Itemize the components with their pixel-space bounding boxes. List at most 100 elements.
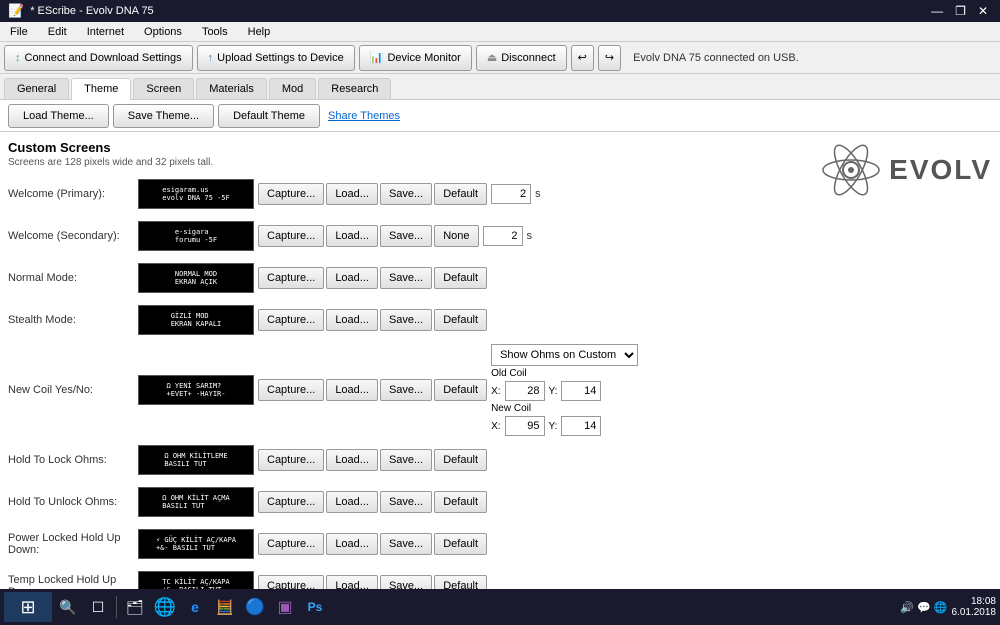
screen-row: Stealth Mode:GİZLİ MODEKRAN KAPALICaptur… bbox=[8, 302, 992, 338]
taskbar-chrome-icon[interactable]: 🔵 bbox=[241, 593, 269, 621]
row-buttons: Capture...Load...Save...Default bbox=[258, 449, 487, 471]
screen-row-btn-load[interactable]: Load... bbox=[326, 449, 378, 471]
screen-row-btn-save[interactable]: Save... bbox=[380, 225, 432, 247]
screen-row-btn-capture[interactable]: Capture... bbox=[258, 379, 324, 401]
screen-row-btn-capture[interactable]: Capture... bbox=[258, 449, 324, 471]
screen-row-btn-default[interactable]: Default bbox=[434, 267, 487, 289]
minimize-button[interactable]: — bbox=[927, 4, 947, 18]
screen-row-btn-save[interactable]: Save... bbox=[380, 183, 432, 205]
screen-row-btn-default[interactable]: Default bbox=[434, 379, 487, 401]
tab-theme[interactable]: Theme bbox=[71, 78, 131, 100]
upload-icon: ↑ bbox=[208, 52, 214, 64]
screen-row-btn-load[interactable]: Load... bbox=[326, 183, 378, 205]
menu-options[interactable]: Options bbox=[138, 24, 188, 40]
taskbar-browser-icon[interactable]: 🌐 bbox=[151, 593, 179, 621]
default-theme-button[interactable]: Default Theme bbox=[218, 104, 320, 128]
taskbar-system-tray: 🔊 💬 🌐 18:08 6.01.2018 bbox=[900, 596, 996, 618]
upload-settings-button[interactable]: ↑ Upload Settings to Device bbox=[197, 45, 355, 71]
new-coil-y-input[interactable] bbox=[561, 416, 601, 436]
menu-file[interactable]: File bbox=[4, 24, 34, 40]
screen-preview: ⚡ GÜÇ KİLİT AÇ/KAPA+&- BASILI TUT bbox=[138, 529, 254, 559]
old-coil-y-input[interactable] bbox=[561, 381, 601, 401]
tab-materials[interactable]: Materials bbox=[196, 78, 267, 99]
screen-row-btn-default[interactable]: Default bbox=[434, 183, 487, 205]
taskbar-file-manager-icon[interactable]: 🗂 bbox=[121, 593, 149, 621]
ohms-display-dropdown[interactable]: Show Ohms on CustomShow Ohms on NewDon't… bbox=[491, 344, 638, 366]
tab-general[interactable]: General bbox=[4, 78, 69, 99]
taskbar-search-icon[interactable]: 🔍 bbox=[54, 593, 82, 621]
screen-row-btn-save[interactable]: Save... bbox=[380, 491, 432, 513]
new-coil-x-input[interactable] bbox=[505, 416, 545, 436]
maximize-button[interactable]: ❐ bbox=[951, 4, 970, 18]
menu-tools[interactable]: Tools bbox=[196, 24, 234, 40]
screen-row-btn-load[interactable]: Load... bbox=[326, 225, 378, 247]
device-monitor-button[interactable]: 📊 Device Monitor bbox=[359, 45, 472, 71]
old-coil-coords: Old Coil bbox=[491, 368, 527, 379]
screen-row-btn-none[interactable]: None bbox=[434, 225, 478, 247]
screen-row-label: Welcome (Primary): bbox=[8, 188, 138, 200]
tab-mod[interactable]: Mod bbox=[269, 78, 316, 99]
screen-row-btn-default[interactable]: Default bbox=[434, 449, 487, 471]
screen-row-btn-capture[interactable]: Capture... bbox=[258, 533, 324, 555]
taskbar-photoshop-icon[interactable]: Ps bbox=[301, 593, 329, 621]
screen-row-btn-default[interactable]: Default bbox=[434, 491, 487, 513]
tab-screen[interactable]: Screen bbox=[133, 78, 194, 99]
old-coil-row: X:Y: bbox=[491, 381, 601, 401]
connect-icon: ↕ bbox=[15, 52, 21, 64]
newcoil-extra: Show Ohms on CustomShow Ohms on NewDon't… bbox=[491, 344, 638, 436]
screen-row: New Coil Yes/No:Ω YENİ SARIM?+EVET+ -HAY… bbox=[8, 344, 992, 436]
timer-input[interactable] bbox=[491, 184, 531, 204]
screen-row-btn-default[interactable]: Default bbox=[434, 533, 487, 555]
screen-row-btn-save[interactable]: Save... bbox=[380, 309, 432, 331]
screen-row-btn-capture[interactable]: Capture... bbox=[258, 225, 324, 247]
screen-row-btn-capture[interactable]: Capture... bbox=[258, 491, 324, 513]
menu-help[interactable]: Help bbox=[242, 24, 277, 40]
screen-row-btn-save[interactable]: Save... bbox=[380, 267, 432, 289]
screen-row-label: Hold To Lock Ohms: bbox=[8, 454, 138, 466]
old-coil-x-input[interactable] bbox=[505, 381, 545, 401]
connect-download-button[interactable]: ↕ Connect and Download Settings bbox=[4, 45, 193, 71]
undo-button[interactable]: ↩ bbox=[571, 45, 594, 71]
taskbar-app1-icon[interactable]: ▣ bbox=[271, 593, 299, 621]
taskbar-task-view-icon[interactable]: ☐ bbox=[84, 593, 112, 621]
taskbar-ie-icon[interactable]: e bbox=[181, 593, 209, 621]
save-theme-button[interactable]: Save Theme... bbox=[113, 104, 214, 128]
screen-row-btn-load[interactable]: Load... bbox=[326, 309, 378, 331]
title-bar: 📝 * EScribe - Evolv DNA 75 — ❐ ✕ bbox=[0, 0, 1000, 22]
disconnect-icon: ⏏ bbox=[487, 51, 497, 64]
screen-row-btn-load[interactable]: Load... bbox=[326, 533, 378, 555]
screen-row-btn-load[interactable]: Load... bbox=[326, 379, 378, 401]
screen-row-btn-default[interactable]: Default bbox=[434, 309, 487, 331]
screen-preview: Ω OHM KİLİT AÇMABASILI TUT bbox=[138, 487, 254, 517]
timer-unit-label: s bbox=[535, 188, 541, 200]
evolv-logo: EVOLV bbox=[821, 140, 992, 200]
screen-preview: GİZLİ MODEKRAN KAPALI bbox=[138, 305, 254, 335]
redo-button[interactable]: ↪ bbox=[598, 45, 621, 71]
load-theme-button[interactable]: Load Theme... bbox=[8, 104, 109, 128]
screen-preview: NORMAL MODEKRAN AÇIK bbox=[138, 263, 254, 293]
row-buttons: Capture...Load...Save...None bbox=[258, 225, 479, 247]
evolv-brand-name: EVOLV bbox=[889, 154, 992, 186]
timer-input[interactable] bbox=[483, 226, 523, 246]
share-themes-link[interactable]: Share Themes bbox=[328, 110, 400, 122]
start-button[interactable]: ⊞ bbox=[4, 592, 52, 622]
disconnect-button[interactable]: ⏏ Disconnect bbox=[476, 45, 567, 71]
taskbar-calc-icon[interactable]: 🧮 bbox=[211, 593, 239, 621]
tab-research[interactable]: Research bbox=[318, 78, 391, 99]
screen-row-btn-save[interactable]: Save... bbox=[380, 533, 432, 555]
menu-edit[interactable]: Edit bbox=[42, 24, 73, 40]
screen-row-btn-capture[interactable]: Capture... bbox=[258, 267, 324, 289]
row-buttons: Capture...Load...Save...Default bbox=[258, 309, 487, 331]
screen-row-btn-load[interactable]: Load... bbox=[326, 267, 378, 289]
screen-row-label: Stealth Mode: bbox=[8, 314, 138, 326]
screen-row-btn-capture[interactable]: Capture... bbox=[258, 309, 324, 331]
menu-internet[interactable]: Internet bbox=[81, 24, 130, 40]
screen-row-btn-load[interactable]: Load... bbox=[326, 491, 378, 513]
close-button[interactable]: ✕ bbox=[974, 4, 992, 18]
menu-bar: File Edit Internet Options Tools Help bbox=[0, 22, 1000, 42]
screen-row-btn-save[interactable]: Save... bbox=[380, 449, 432, 471]
main-content: EVOLV Custom Screens Screens are 128 pix… bbox=[0, 132, 1000, 625]
screen-row-btn-save[interactable]: Save... bbox=[380, 379, 432, 401]
screen-row-btn-capture[interactable]: Capture... bbox=[258, 183, 324, 205]
row-buttons: Capture...Load...Save...Default bbox=[258, 183, 487, 205]
